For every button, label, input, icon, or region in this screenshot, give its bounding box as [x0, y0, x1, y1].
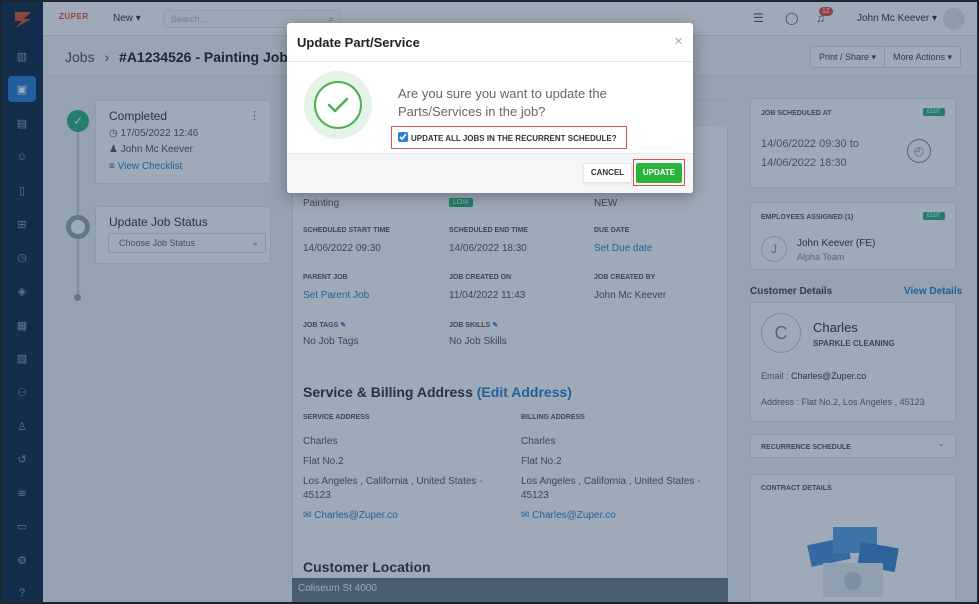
- check-circle-icon: [314, 81, 362, 129]
- update-all-jobs-label[interactable]: UPDATE ALL JOBS IN THE RECURRENT SCHEDUL…: [411, 134, 617, 143]
- cancel-button[interactable]: CANCEL: [583, 163, 632, 183]
- modal-footer-divider: [287, 153, 693, 154]
- update-button[interactable]: UPDATE: [636, 163, 682, 183]
- modal-title: Update Part/Service: [297, 35, 420, 50]
- close-icon[interactable]: ×: [674, 33, 683, 50]
- modal-message: Are you sure you want to update the Part…: [398, 86, 607, 119]
- recurrent-schedule-option: UPDATE ALL JOBS IN THE RECURRENT SCHEDUL…: [391, 126, 627, 149]
- update-all-jobs-checkbox[interactable]: [398, 132, 408, 142]
- app-window: ▥ ▣ ▤ ☺ ▯ ⊞ ◷ ◈ ▦ ▧ ⚇ ♙ ↺ ≋ ▭ ⚙ ? ZUPER …: [2, 2, 977, 602]
- update-part-service-modal: Update Part/Service × Are you sure you w…: [287, 23, 693, 193]
- modal-divider: [287, 61, 693, 62]
